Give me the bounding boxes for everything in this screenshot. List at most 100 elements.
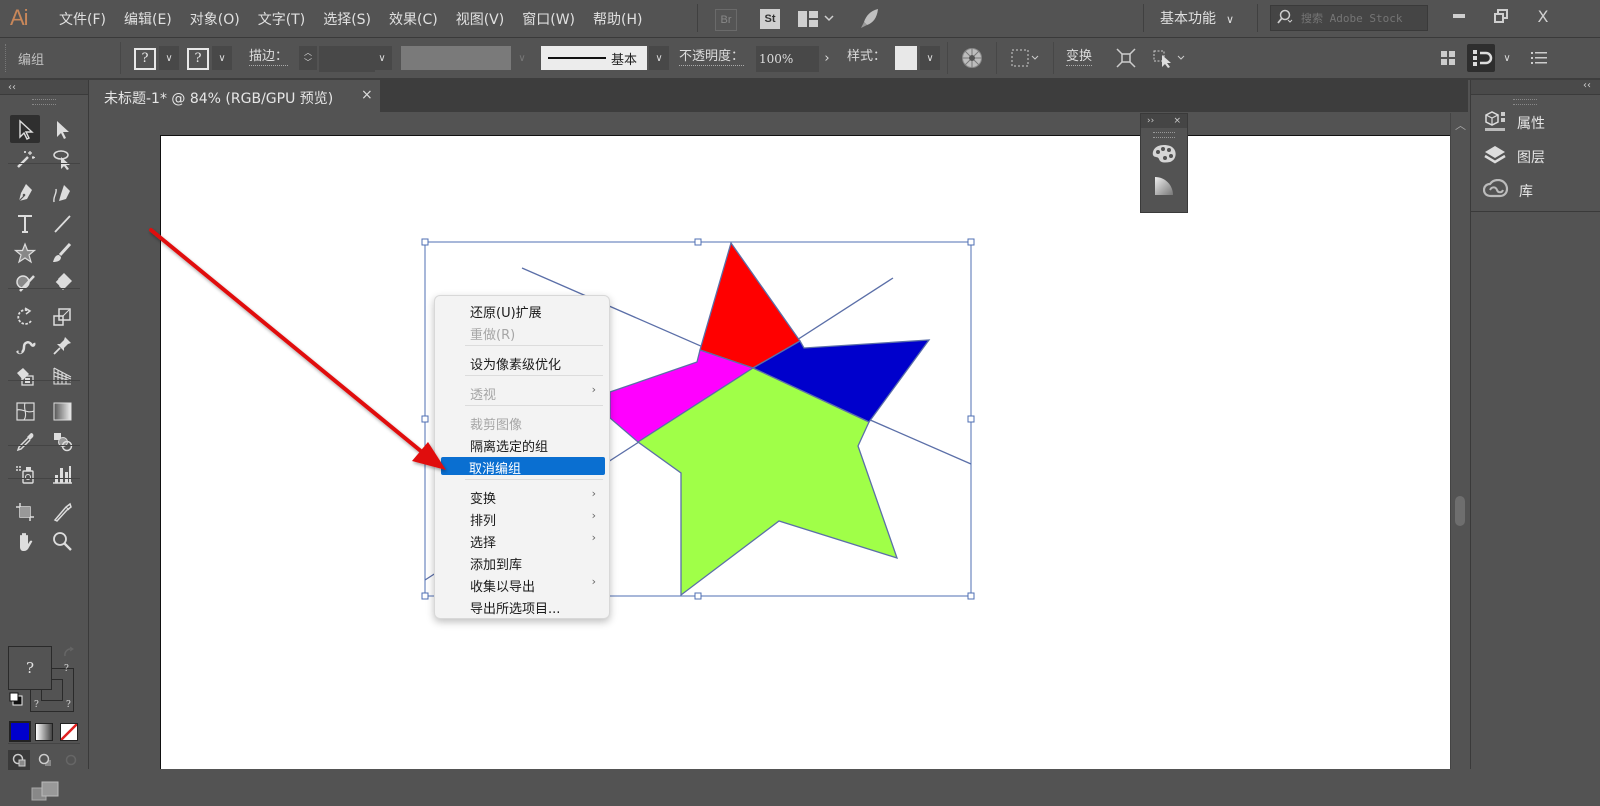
collapse-panel-icon[interactable]: ‹‹: [8, 82, 16, 93]
draw-normal-icon[interactable]: [8, 750, 30, 770]
gradient-tool[interactable]: [47, 397, 77, 425]
color-palette-icon[interactable]: [1141, 138, 1187, 170]
stroke-weight-stepper[interactable]: ︿ ﹀: [299, 46, 317, 70]
context-menu-item[interactable]: 排列 ›: [440, 509, 604, 529]
align-to-selection-icon[interactable]: [1010, 46, 1042, 70]
magic-wand-tool[interactable]: [10, 145, 40, 173]
slice-tool[interactable]: [47, 498, 77, 526]
menu-file[interactable]: 文件(F): [59, 9, 106, 29]
context-menu-item[interactable]: 添加到库: [440, 553, 604, 573]
live-paint-bucket-tool[interactable]: [10, 362, 40, 390]
isolate-group-icon[interactable]: [1114, 46, 1138, 70]
select-similar-objects-icon[interactable]: [1152, 46, 1188, 70]
menu-view[interactable]: 视图(V): [456, 9, 505, 29]
collapse-dock-icon[interactable]: ‹‹: [1583, 80, 1591, 91]
menu-object[interactable]: 对象(O): [190, 9, 240, 29]
variable-width-profile[interactable]: [401, 46, 511, 70]
gradient-guide-icon[interactable]: [1141, 170, 1187, 202]
context-menu-item[interactable]: 收集以导出 ›: [440, 575, 604, 595]
default-fill-stroke-icon[interactable]: [9, 692, 23, 710]
gradient-mode-button[interactable]: [35, 723, 53, 741]
eraser-tool[interactable]: [47, 268, 77, 296]
selection-tool[interactable]: [10, 115, 40, 143]
context-menu-item[interactable]: 选择 ›: [440, 531, 604, 551]
panel-menu-icon[interactable]: [1527, 46, 1551, 70]
menu-help[interactable]: 帮助(H): [593, 9, 642, 29]
close-panel-icon[interactable]: ×: [1173, 116, 1181, 126]
stroke-weight-input[interactable]: [319, 46, 375, 72]
brush-definition[interactable]: 基本: [541, 46, 647, 70]
perspective-grid-tool[interactable]: [47, 362, 77, 390]
menu-select[interactable]: 选择(S): [323, 9, 371, 29]
context-menu-item[interactable]: 变换 ›: [440, 487, 604, 507]
scrollbar-thumb[interactable]: [1455, 496, 1465, 526]
type-tool[interactable]: [10, 209, 40, 237]
tools-panel-header[interactable]: ‹‹: [0, 80, 88, 95]
eyedropper-tool[interactable]: [10, 427, 40, 455]
opacity-slider-toggle[interactable]: ›: [816, 46, 838, 70]
menu-type[interactable]: 文字(T): [258, 9, 305, 29]
artboard[interactable]: [160, 135, 1450, 769]
blend-tool[interactable]: [47, 427, 77, 455]
line-segment-tool[interactable]: [47, 209, 77, 237]
draw-behind-icon[interactable]: [34, 750, 56, 770]
puppet-warp-tool[interactable]: [10, 332, 40, 360]
lasso-tool[interactable]: [47, 145, 77, 173]
restore-button[interactable]: [1480, 2, 1522, 30]
recolor-artwork-icon[interactable]: [960, 46, 984, 70]
paintbrush-tool[interactable]: [47, 239, 77, 267]
opacity-input[interactable]: [756, 46, 819, 72]
document-tab[interactable]: 未标题-1* @ 84% (RGB/GPU 预览) ×: [90, 80, 380, 112]
context-menu-item[interactable]: 设为像素级优化: [440, 353, 604, 373]
context-menu-item[interactable]: 隔离选定的组: [440, 435, 604, 455]
bridge-icon[interactable]: Br: [715, 9, 737, 31]
stock-search-input[interactable]: [1299, 8, 1428, 28]
none-mode-button[interactable]: [60, 723, 78, 741]
artboard-tool[interactable]: [10, 498, 40, 526]
panel-grip[interactable]: [1513, 99, 1537, 105]
panel-grip[interactable]: [32, 99, 56, 105]
graphic-style-dropdown[interactable]: ∨: [920, 46, 940, 70]
fill-color-box[interactable]: ?: [8, 646, 52, 690]
stroke-swatch[interactable]: ?: [187, 48, 209, 70]
align-panel-icon[interactable]: [1436, 46, 1460, 70]
curvature-tool[interactable]: [47, 179, 77, 207]
rotate-tool[interactable]: [10, 303, 40, 331]
stroke-color-dropdown[interactable]: ∨: [212, 46, 232, 70]
swap-fill-stroke-icon[interactable]: [62, 646, 76, 664]
hand-tool[interactable]: [10, 527, 40, 555]
context-menu-item[interactable]: 取消编组: [441, 457, 605, 477]
menu-window[interactable]: 窗口(W): [522, 9, 575, 29]
context-menu-item[interactable]: 导出所选项目...: [440, 597, 604, 617]
dock-item-properties[interactable]: 属性: [1483, 110, 1593, 136]
stroke-label[interactable]: 描边：: [249, 49, 289, 66]
dock-item-layers[interactable]: 图层: [1483, 144, 1593, 170]
gpu-performance-icon[interactable]: [860, 8, 880, 30]
align-options-dropdown[interactable]: ∨: [1497, 46, 1517, 70]
close-window-button[interactable]: X: [1522, 2, 1564, 30]
menu-edit[interactable]: 编辑(E): [124, 9, 172, 29]
scroll-up-icon[interactable]: ︿: [1455, 117, 1466, 133]
fill-swatch[interactable]: ?: [134, 48, 156, 70]
workspace-switcher[interactable]: 基本功能 ∨: [1160, 8, 1234, 28]
column-graph-tool[interactable]: [47, 460, 77, 488]
color-mode-button[interactable]: [9, 721, 31, 742]
stock-search-box[interactable]: [1270, 5, 1428, 31]
context-menu-item[interactable]: 还原(U)扩展: [440, 301, 604, 321]
symbol-sprayer-tool[interactable]: [10, 460, 40, 488]
variable-width-dropdown[interactable]: ∨: [512, 46, 532, 70]
direct-selection-tool[interactable]: [47, 115, 77, 143]
change-screen-mode-icon[interactable]: [30, 780, 60, 806]
mesh-tool[interactable]: [10, 397, 40, 425]
distribute-panel-button[interactable]: [1467, 44, 1495, 72]
fill-dropdown[interactable]: ∨: [159, 46, 179, 70]
stock-icon[interactable]: St: [760, 9, 780, 29]
graphic-style-swatch[interactable]: [895, 46, 917, 70]
vertical-scrollbar[interactable]: ︿: [1450, 113, 1469, 769]
transform-link[interactable]: 变换: [1066, 49, 1093, 66]
close-document-icon[interactable]: ×: [361, 87, 373, 103]
zoom-tool[interactable]: [47, 527, 77, 555]
panel-grip[interactable]: [5, 44, 8, 72]
arrange-documents-icon[interactable]: [798, 11, 834, 27]
expand-panel-icon[interactable]: ››: [1147, 116, 1154, 126]
